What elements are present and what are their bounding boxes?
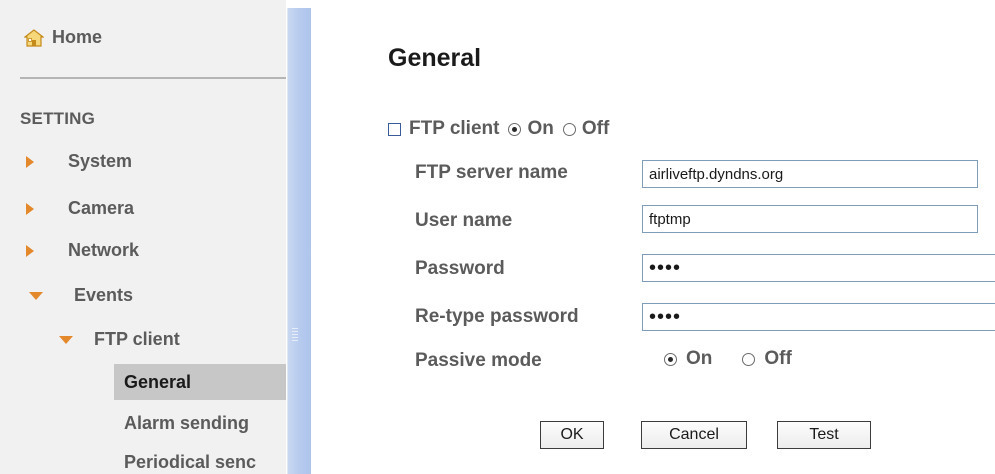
sidebar-item-events[interactable]: Events [29,285,133,306]
passive-mode-label: Passive mode [415,350,542,371]
passive-on-label[interactable]: On [686,348,712,370]
sidebar-subitem-periodical-sending[interactable]: Periodical senс [124,452,256,473]
ftp-client-off-radio[interactable] [562,122,576,136]
bullet-square-icon [388,122,401,136]
collapse-arrow-icon [59,335,73,344]
user-name-input[interactable] [642,205,978,233]
sidebar: Home SETTING System Camera Network Event… [0,0,286,474]
divider [20,77,286,79]
passive-mode-options: On Off [664,348,792,370]
cancel-button[interactable]: Cancel [641,421,747,449]
ftp-server-name-label: FTP server name [415,162,568,183]
splitter-grip-icon [292,328,298,343]
frame-splitter[interactable] [287,8,311,474]
sidebar-item-label: FTP client [94,329,180,349]
password-label: Password [415,258,505,279]
sidebar-item-label: Network [68,240,140,260]
ftp-client-on-label[interactable]: On [527,118,553,140]
passive-off-radio[interactable] [742,352,756,366]
ftp-client-label: FTP client [409,118,500,139]
home-link[interactable]: Home [24,27,102,48]
sidebar-item-label: System [68,151,133,171]
ok-button[interactable]: OK [540,421,604,449]
expand-arrow-icon [26,244,34,257]
ftp-server-name-input[interactable] [642,160,978,188]
retype-password-label: Re-type password [415,306,579,327]
ftp-client-on-radio[interactable] [508,122,522,136]
retype-password-input[interactable] [642,303,995,331]
expand-arrow-icon [26,155,34,168]
ok-button-label: OK [560,426,584,443]
sidebar-item-label: Events [74,285,134,305]
home-icon [24,28,44,47]
sidebar-subitem-general[interactable]: General [124,372,191,393]
ftp-client-off-label[interactable]: Off [582,118,609,140]
ftp-client-row: FTP client On Off [388,118,609,140]
sidebar-item-system[interactable]: System [26,151,132,172]
section-label-setting: SETTING [20,109,96,128]
home-label: Home [52,27,103,47]
sidebar-item-camera[interactable]: Camera [26,198,134,219]
sidebar-item-label: Camera [68,198,135,218]
test-button-label: Test [809,426,839,443]
passive-on-radio[interactable] [664,352,677,366]
passive-off-label[interactable]: Off [764,348,791,370]
sidebar-item-ftp-client[interactable]: FTP client [59,329,180,350]
user-name-label: User name [415,210,513,231]
collapse-arrow-icon [29,291,43,300]
expand-arrow-icon [26,202,34,215]
test-button[interactable]: Test [777,421,871,449]
password-input[interactable] [642,254,995,282]
cancel-button-label: Cancel [669,426,719,443]
sidebar-subitem-alarm-sending[interactable]: Alarm sending [124,413,249,434]
main-content: General FTP client On Off FTP server nam… [310,0,995,474]
sidebar-item-network[interactable]: Network [26,240,139,261]
page-title: General [388,44,482,72]
